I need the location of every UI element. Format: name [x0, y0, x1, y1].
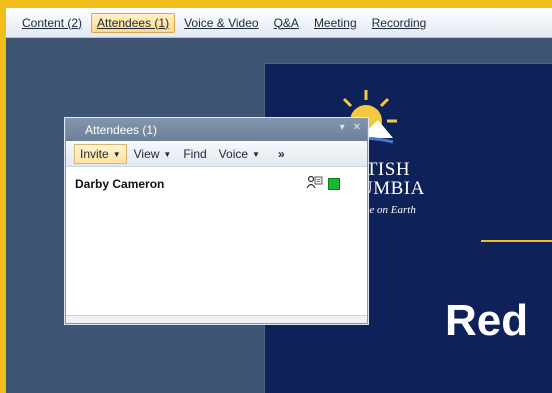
invite-button[interactable]: Invite ▼ [74, 143, 127, 164]
menu-attendees[interactable]: Attendees (1) [91, 12, 176, 33]
close-icon[interactable]: ✕ [353, 122, 361, 133]
presenter-icon [307, 176, 323, 189]
slide-title: Red [445, 296, 529, 345]
panel-title: Attendees (1) [85, 123, 158, 137]
attendees-toolbar: Invite ▼ View ▼ Find Voice ▼ » [66, 141, 367, 167]
chevron-down-icon: ▼ [112, 149, 121, 159]
slide-divider [481, 240, 552, 242]
menu-bar: Content (2) Attendees (1) Voice & Video … [6, 8, 552, 38]
chevron-down-icon: ▼ [252, 149, 260, 159]
view-button[interactable]: View ▼ [129, 144, 177, 164]
panel-footer [66, 315, 367, 323]
menu-meeting[interactable]: Meeting [308, 13, 363, 33]
voice-button[interactable]: Voice ▼ [214, 144, 265, 164]
panel-controls: ▾ ✕ [340, 122, 361, 133]
bc-logo-text: ITISH UMBIA [359, 159, 425, 199]
menu-recording[interactable]: Recording [366, 13, 433, 33]
find-button[interactable]: Find [178, 144, 211, 164]
more-options-button[interactable]: » [273, 144, 290, 164]
attendee-name[interactable]: Darby Cameron [75, 177, 164, 191]
menu-qa[interactable]: Q&A [268, 13, 305, 33]
chevron-down-icon: ▼ [163, 149, 172, 159]
attendees-panel: Attendees (1) ▾ ✕ Invite ▼ View ▼ Find Voi… [65, 118, 368, 324]
chevron-down-icon[interactable]: ▾ [340, 122, 345, 133]
menu-content[interactable]: Content (2) [16, 13, 88, 33]
meeting-window: Content (2) Attendees (1) Voice & Video … [6, 8, 552, 393]
menu-voice-video[interactable]: Voice & Video [178, 13, 265, 33]
panel-title-bar[interactable]: Attendees (1) ▾ ✕ [66, 119, 367, 141]
presence-status-indicator [328, 178, 340, 190]
